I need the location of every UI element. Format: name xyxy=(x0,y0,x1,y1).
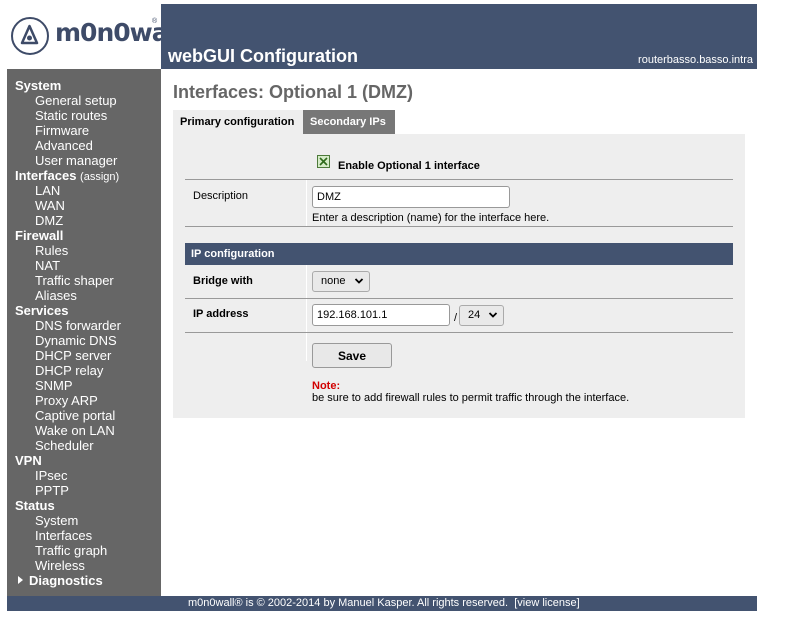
sidebar-item-aliases[interactable]: Aliases xyxy=(35,288,77,303)
chevron-down-icon xyxy=(488,312,498,318)
sidebar-diagnostics-label: Diagnostics xyxy=(29,573,103,588)
save-button[interactable]: Save xyxy=(312,343,392,368)
description-input[interactable] xyxy=(312,186,510,208)
enable-interface-checkbox[interactable] xyxy=(317,155,330,168)
sidebar-item-firmware[interactable]: Firmware xyxy=(35,123,89,138)
enable-interface-label: Enable Optional 1 interface xyxy=(338,160,480,172)
sidebar-item-dhcp-server[interactable]: DHCP server xyxy=(35,348,111,363)
copyright-text: m0n0wall® is © 2002-2014 by Manuel Kaspe… xyxy=(188,597,509,609)
ip-address-input[interactable] xyxy=(312,304,450,326)
logo-registered-mark: ® xyxy=(152,18,158,25)
sidebar-item-wan[interactable]: WAN xyxy=(35,198,65,213)
interfaces-assign-link[interactable]: (assign) xyxy=(80,171,119,183)
sidebar-item-scheduler[interactable]: Scheduler xyxy=(35,438,94,453)
ip-address-label: IP address xyxy=(193,308,249,320)
app-frame: m0n0wall ® webGUI Configuration routerba… xyxy=(7,4,757,611)
sidebar-item-static-routes[interactable]: Static routes xyxy=(35,108,107,123)
sidebar-item-status-system[interactable]: System xyxy=(35,513,78,528)
divider xyxy=(185,298,733,299)
divider xyxy=(185,332,733,333)
sidebar-item-lan[interactable]: LAN xyxy=(35,183,60,198)
sidebar-item-rules[interactable]: Rules xyxy=(35,243,68,258)
sidebar-item-captive-portal[interactable]: Captive portal xyxy=(35,408,115,423)
sidebar-item-dhcp-relay[interactable]: DHCP relay xyxy=(35,363,103,378)
sidebar-item-pptp[interactable]: PPTP xyxy=(35,483,69,498)
checkmark-icon xyxy=(319,157,328,166)
subnet-select[interactable]: 24 xyxy=(459,305,504,326)
sidebar-item-ipsec[interactable]: IPsec xyxy=(35,468,68,483)
sidebar-section-status: Status xyxy=(15,498,55,513)
sidebar-item-general-setup[interactable]: General setup xyxy=(35,93,117,108)
sidebar-item-traffic-shaper[interactable]: Traffic shaper xyxy=(35,273,114,288)
description-hint: Enter a description (name) for the inter… xyxy=(312,212,550,224)
sidebar-section-diagnostics[interactable]: Diagnostics xyxy=(18,573,103,588)
footer-content: m0n0wall® is © 2002-2014 by Manuel Kaspe… xyxy=(188,596,580,611)
sidebar-item-status-interfaces[interactable]: Interfaces xyxy=(35,528,92,543)
config-panel: Enable Optional 1 interface Description … xyxy=(173,134,745,418)
sidebar-item-wireless[interactable]: Wireless xyxy=(35,558,85,573)
description-label: Description xyxy=(193,190,249,202)
expand-triangle-icon xyxy=(18,576,23,584)
sidebar-item-advanced[interactable]: Advanced xyxy=(35,138,93,153)
subnet-separator: / xyxy=(454,312,458,324)
tab-secondary-ips[interactable]: Secondary IPs xyxy=(303,110,395,134)
sidebar-item-dns-forwarder[interactable]: DNS forwarder xyxy=(35,318,121,333)
subnet-value: 24 xyxy=(468,309,481,321)
sidebar-section-vpn: VPN xyxy=(15,453,42,468)
bridge-with-select[interactable]: none xyxy=(312,271,370,292)
logo-emblem-icon xyxy=(11,17,49,55)
sidebar-section-interfaces: Interfaces (assign) xyxy=(15,168,119,185)
divider xyxy=(185,226,733,227)
sidebar-section-interfaces-label: Interfaces xyxy=(15,168,77,183)
column-separator xyxy=(306,180,307,226)
sidebar-item-traffic-graph[interactable]: Traffic graph xyxy=(35,543,107,558)
sidebar-item-user-manager[interactable]: User manager xyxy=(35,153,117,168)
header-bar: webGUI Configuration routerbasso.basso.i… xyxy=(161,4,757,69)
sidebar-item-snmp[interactable]: SNMP xyxy=(35,378,73,393)
column-separator xyxy=(306,265,307,361)
note-label: Note: xyxy=(312,380,341,392)
sidebar-item-dmz[interactable]: DMZ xyxy=(35,213,63,228)
tab-primary-configuration[interactable]: Primary configuration xyxy=(173,110,303,134)
sidebar-section-firewall: Firewall xyxy=(15,228,64,243)
note-text: be sure to add firewall rules to permit … xyxy=(312,392,630,404)
sidebar-item-proxy-arp[interactable]: Proxy ARP xyxy=(35,393,98,408)
sidebar-item-dynamic-dns[interactable]: Dynamic DNS xyxy=(35,333,117,348)
chevron-down-icon xyxy=(354,278,364,284)
bridge-with-label: Bridge with xyxy=(193,275,253,287)
divider xyxy=(185,179,733,180)
sidebar-section-services: Services xyxy=(15,303,69,318)
sidebar-item-wake-on-lan[interactable]: Wake on LAN xyxy=(35,423,115,438)
page-title: Interfaces: Optional 1 (DMZ) xyxy=(173,82,414,102)
sidebar: System General setup Static routes Firmw… xyxy=(7,69,161,596)
ip-configuration-header: IP configuration xyxy=(185,243,733,265)
logo[interactable]: m0n0wall ® xyxy=(7,4,184,69)
header-title: webGUI Configuration xyxy=(168,46,358,66)
bridge-with-value: none xyxy=(321,275,346,287)
footer: m0n0wall® is © 2002-2014 by Manuel Kaspe… xyxy=(7,596,757,611)
view-license-link[interactable]: [view license] xyxy=(514,597,579,609)
sidebar-section-system: System xyxy=(15,78,62,93)
hostname: routerbasso.basso.intra xyxy=(638,54,753,66)
sidebar-item-nat[interactable]: NAT xyxy=(35,258,60,273)
